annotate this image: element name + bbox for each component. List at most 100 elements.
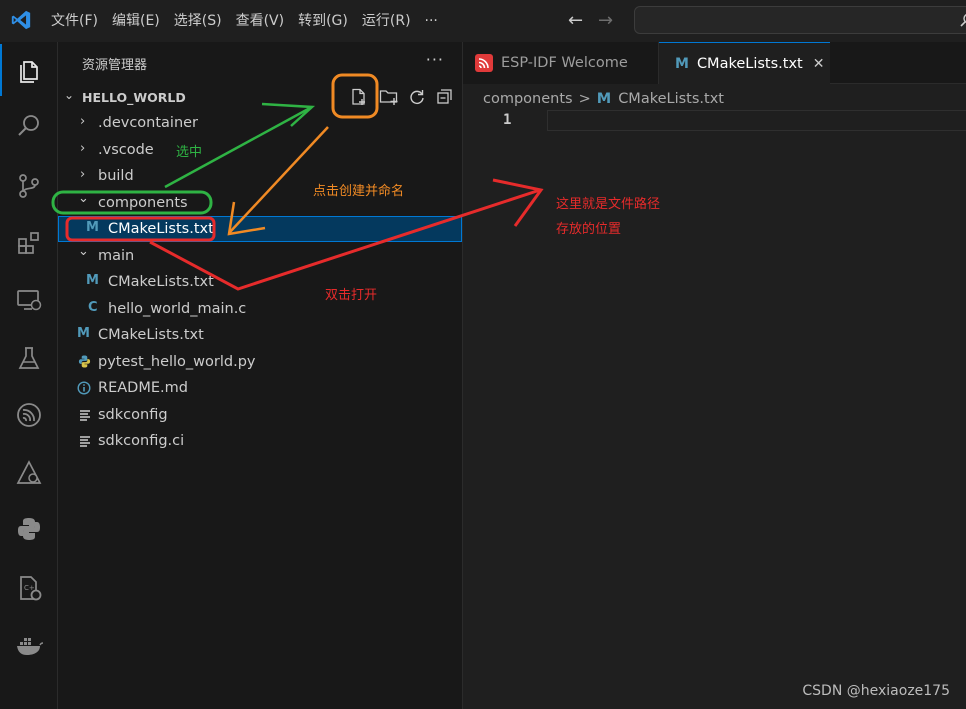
tree-item-label: hello_world_main.c <box>108 301 247 317</box>
menu-bar: 文件(F) 编辑(E) 选择(S) 查看(V) 转到(G) 运行(R) ··· <box>44 0 445 42</box>
workspace-section-header[interactable]: ⌄ HELLO_WORLD <box>58 86 462 108</box>
tree-item-label: .devcontainer <box>98 115 199 131</box>
tab-label: CMakeLists.txt <box>696 55 803 72</box>
editor-line: 1 <box>463 110 966 132</box>
new-file-button[interactable] <box>348 86 370 108</box>
menu-run[interactable]: 运行(R) <box>355 0 418 42</box>
tree-item-label: sdkconfig.ci <box>98 433 185 449</box>
breadcrumb-file[interactable]: CMakeLists.txt <box>618 91 724 107</box>
docker-activity[interactable] <box>0 620 58 672</box>
cmake-icon: M <box>596 91 612 107</box>
tree-item-label: pytest_hello_world.py <box>98 354 256 370</box>
menu-file[interactable]: 文件(F) <box>44 0 105 42</box>
espressif-icon <box>475 54 493 72</box>
tree-item-label: components <box>98 195 188 211</box>
extensions-activity[interactable] <box>0 217 58 269</box>
refresh-button[interactable] <box>406 86 428 108</box>
menu-go[interactable]: 转到(G) <box>291 0 355 42</box>
chevron-down-icon: ⌄ <box>64 88 75 102</box>
info-icon <box>77 381 91 395</box>
docker-icon <box>17 638 44 655</box>
menu-selection[interactable]: 选择(S) <box>167 0 229 42</box>
espressif-icon <box>17 403 41 427</box>
breadcrumb-folder[interactable]: components <box>483 91 573 107</box>
chevron-right-icon: › <box>80 114 86 129</box>
tree-item-devcontainer[interactable]: › .devcontainer <box>58 110 462 136</box>
source-control-icon <box>19 174 39 198</box>
tab-cmakelists[interactable]: M CMakeLists.txt ✕ <box>659 42 830 84</box>
text-lines-icon <box>80 436 90 447</box>
files-icon <box>20 61 38 83</box>
text-lines-icon <box>80 410 90 421</box>
annotation-click-create: 点击创建并命名 <box>313 184 405 199</box>
tree-item-sdkconfig-ci[interactable]: sdkconfig.ci <box>58 428 462 454</box>
tree-item-label: README.md <box>98 380 188 396</box>
tree-item-label: CMakeLists.txt <box>108 221 214 237</box>
explorer-more-actions[interactable]: ··· <box>426 50 444 69</box>
tree-item-vscode[interactable]: › .vscode <box>58 137 462 163</box>
collapse-all-icon <box>437 89 452 104</box>
tab-label: ESP-IDF Welcome <box>501 55 628 71</box>
active-indicator <box>0 44 2 96</box>
explorer-activity[interactable] <box>0 44 58 96</box>
search-icon <box>960 13 966 27</box>
tree-item-label: main <box>98 248 135 264</box>
testing-activity[interactable] <box>0 332 58 384</box>
python-icon <box>18 518 40 540</box>
annotation-selected: 选中 <box>176 145 203 160</box>
python-file-icon <box>78 355 91 368</box>
tree-item-label: sdkconfig <box>98 407 168 423</box>
tree-item-components-cmakelists[interactable]: M CMakeLists.txt <box>58 216 462 242</box>
remote-explorer-icon <box>17 290 42 311</box>
tree-item-readme[interactable]: README.md <box>58 375 462 401</box>
tree-item-main[interactable]: ⌄ main <box>58 243 462 269</box>
tab-esp-idf-welcome[interactable]: ESP-IDF Welcome <box>463 42 659 84</box>
cmake-icon: M <box>77 326 90 341</box>
menu-more[interactable]: ··· <box>418 0 445 42</box>
annotation-path-line2: 存放的位置 <box>556 222 622 237</box>
new-folder-button[interactable] <box>378 86 400 108</box>
tree-item-main-cmakelists[interactable]: M CMakeLists.txt <box>58 269 462 295</box>
collapse-all-button[interactable] <box>434 86 456 108</box>
chevron-right-icon: › <box>80 141 86 156</box>
menu-view[interactable]: 查看(V) <box>229 0 292 42</box>
esp-idf-activity[interactable] <box>0 389 58 441</box>
c-file-icon: C <box>88 300 98 315</box>
triangle-tools-icon <box>16 460 42 484</box>
source-control-activity[interactable] <box>0 160 58 212</box>
breadcrumb: components > M CMakeLists.txt <box>483 89 724 109</box>
cmake-icon: M <box>86 220 99 235</box>
tree-item-hello-world-main[interactable]: C hello_world_main.c <box>58 296 462 322</box>
tree-item-pytest[interactable]: pytest_hello_world.py <box>58 349 462 375</box>
tree-item-label: build <box>98 168 134 184</box>
editor-area: ESP-IDF Welcome M CMakeLists.txt ✕ compo… <box>463 42 966 709</box>
back-arrow-icon[interactable]: ← <box>568 10 583 31</box>
chevron-down-icon: ⌄ <box>78 191 89 206</box>
tree-item-root-cmakelists[interactable]: M CMakeLists.txt <box>58 322 462 348</box>
forward-arrow-icon[interactable]: → <box>598 10 613 31</box>
cmake-icon: M <box>86 273 99 288</box>
close-icon[interactable]: ✕ <box>813 56 825 72</box>
refresh-icon <box>410 90 424 104</box>
chevron-down-icon: ⌄ <box>78 244 89 259</box>
tree-item-sdkconfig[interactable]: sdkconfig <box>58 402 462 428</box>
flask-icon <box>18 347 40 369</box>
command-center-search[interactable] <box>634 6 966 34</box>
annotation-double-click: 双击打开 <box>325 288 378 303</box>
activity-bar: C+ <box>0 42 58 709</box>
search-activity[interactable] <box>0 100 58 152</box>
menu-edit[interactable]: 编辑(E) <box>105 0 167 42</box>
explorer-title: 资源管理器 <box>82 58 148 73</box>
tree-item-label: .vscode <box>98 142 154 158</box>
chevron-right-icon: › <box>80 167 86 182</box>
workspace-title: HELLO_WORLD <box>82 90 186 105</box>
line-number: 1 <box>503 112 512 128</box>
remote-explorer-activity[interactable] <box>0 274 58 326</box>
python-activity[interactable] <box>0 503 58 555</box>
cpp-config-activity[interactable]: C+ <box>0 562 58 614</box>
current-line-highlight[interactable] <box>547 110 966 131</box>
new-folder-icon <box>379 90 398 105</box>
explorer-sidebar: 资源管理器 ··· ⌄ HELLO_WORLD › .devcontainer … <box>58 42 463 709</box>
search-icon <box>18 115 39 136</box>
idf-tools-activity[interactable] <box>0 447 58 499</box>
